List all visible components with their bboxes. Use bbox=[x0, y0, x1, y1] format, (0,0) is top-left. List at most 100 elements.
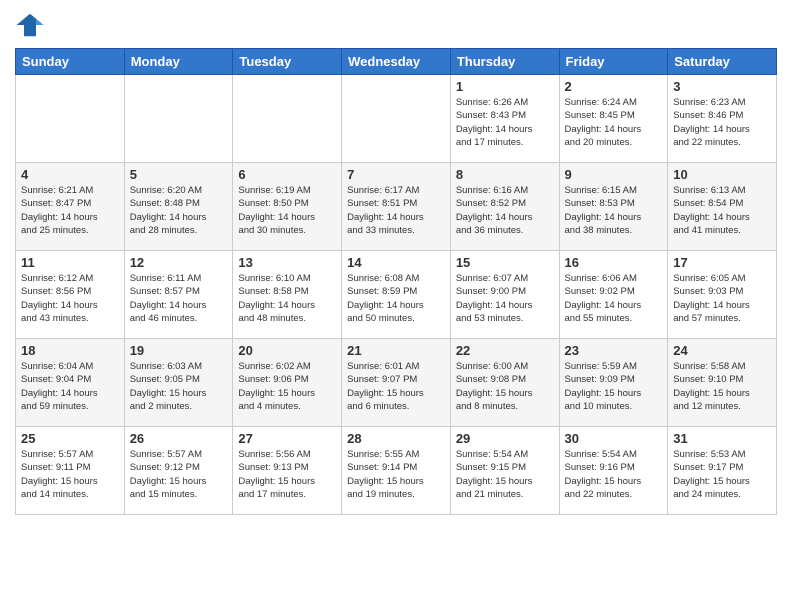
calendar-cell: 21 Sunrise: 6:01 AM Sunset: 9:07 PM Dayli… bbox=[342, 339, 451, 427]
calendar-week-4: 18 Sunrise: 6:04 AM Sunset: 9:04 PM Dayli… bbox=[16, 339, 777, 427]
calendar-cell: 28Sunrise: 5:55 AM Sunset: 9:14 PM Dayli… bbox=[342, 427, 451, 515]
day-number: 31 bbox=[673, 431, 771, 446]
day-detail: Sunrise: 6:23 AM Sunset: 8:46 PM Dayligh… bbox=[673, 96, 771, 149]
calendar-cell: 27Sunrise: 5:56 AM Sunset: 9:13 PM Dayli… bbox=[233, 427, 342, 515]
day-number: 29 bbox=[456, 431, 554, 446]
calendar-cell: 16 Sunrise: 6:06 AM Sunset: 9:02 PM Dayli… bbox=[559, 251, 668, 339]
weekday-header-wednesday: Wednesday bbox=[342, 49, 451, 75]
day-number: 27 bbox=[238, 431, 336, 446]
logo-icon bbox=[15, 10, 45, 40]
day-detail: Sunrise: 6:08 AM Sunset: 8:59 PM Dayligh… bbox=[347, 272, 445, 325]
calendar-cell: 11 Sunrise: 6:12 AM Sunset: 8:56 PM Dayli… bbox=[16, 251, 125, 339]
weekday-header-sunday: Sunday bbox=[16, 49, 125, 75]
day-number: 23 bbox=[565, 343, 663, 358]
calendar-week-1: 1Sunrise: 6:26 AM Sunset: 8:43 PM Daylig… bbox=[16, 75, 777, 163]
calendar-cell: 26 Sunrise: 5:57 AM Sunset: 9:12 PM Dayli… bbox=[124, 427, 233, 515]
calendar-cell: 13 Sunrise: 6:10 AM Sunset: 8:58 PM Dayli… bbox=[233, 251, 342, 339]
calendar-cell: 6 Sunrise: 6:19 AM Sunset: 8:50 PM Daylig… bbox=[233, 163, 342, 251]
calendar-cell: 12 Sunrise: 6:11 AM Sunset: 8:57 PM Dayli… bbox=[124, 251, 233, 339]
weekday-header-tuesday: Tuesday bbox=[233, 49, 342, 75]
day-detail: Sunrise: 6:11 AM Sunset: 8:57 PM Dayligh… bbox=[130, 272, 228, 325]
day-number: 30 bbox=[565, 431, 663, 446]
logo bbox=[15, 10, 49, 40]
day-number: 7 bbox=[347, 167, 445, 182]
day-detail: Sunrise: 6:21 AM Sunset: 8:47 PM Dayligh… bbox=[21, 184, 119, 237]
day-number: 12 bbox=[130, 255, 228, 270]
day-number: 18 bbox=[21, 343, 119, 358]
day-detail: Sunrise: 5:59 AM Sunset: 9:09 PM Dayligh… bbox=[565, 360, 663, 413]
calendar-week-5: 25 Sunrise: 5:57 AM Sunset: 9:11 PM Dayli… bbox=[16, 427, 777, 515]
calendar-cell: 10 Sunrise: 6:13 AM Sunset: 8:54 PM Dayli… bbox=[668, 163, 777, 251]
day-detail: Sunrise: 6:19 AM Sunset: 8:50 PM Dayligh… bbox=[238, 184, 336, 237]
calendar-cell: 30 Sunrise: 5:54 AM Sunset: 9:16 PM Dayli… bbox=[559, 427, 668, 515]
day-number: 4 bbox=[21, 167, 119, 182]
day-detail: Sunrise: 6:13 AM Sunset: 8:54 PM Dayligh… bbox=[673, 184, 771, 237]
calendar-cell: 3 Sunrise: 6:23 AM Sunset: 8:46 PM Daylig… bbox=[668, 75, 777, 163]
day-detail: Sunrise: 5:57 AM Sunset: 9:12 PM Dayligh… bbox=[130, 448, 228, 501]
calendar-cell: 17Sunrise: 6:05 AM Sunset: 9:03 PM Dayli… bbox=[668, 251, 777, 339]
header bbox=[15, 10, 777, 40]
calendar-cell bbox=[342, 75, 451, 163]
weekday-header-saturday: Saturday bbox=[668, 49, 777, 75]
weekday-header-thursday: Thursday bbox=[450, 49, 559, 75]
calendar-cell: 29Sunrise: 5:54 AM Sunset: 9:15 PM Dayli… bbox=[450, 427, 559, 515]
calendar-cell bbox=[124, 75, 233, 163]
day-detail: Sunrise: 6:24 AM Sunset: 8:45 PM Dayligh… bbox=[565, 96, 663, 149]
calendar-cell: 18 Sunrise: 6:04 AM Sunset: 9:04 PM Dayli… bbox=[16, 339, 125, 427]
day-detail: Sunrise: 6:03 AM Sunset: 9:05 PM Dayligh… bbox=[130, 360, 228, 413]
day-number: 14 bbox=[347, 255, 445, 270]
day-number: 9 bbox=[565, 167, 663, 182]
calendar-cell: 24Sunrise: 5:58 AM Sunset: 9:10 PM Dayli… bbox=[668, 339, 777, 427]
day-detail: Sunrise: 6:01 AM Sunset: 9:07 PM Dayligh… bbox=[347, 360, 445, 413]
day-detail: Sunrise: 5:57 AM Sunset: 9:11 PM Dayligh… bbox=[21, 448, 119, 501]
day-number: 13 bbox=[238, 255, 336, 270]
calendar-cell: 14 Sunrise: 6:08 AM Sunset: 8:59 PM Dayli… bbox=[342, 251, 451, 339]
calendar-week-2: 4 Sunrise: 6:21 AM Sunset: 8:47 PM Daylig… bbox=[16, 163, 777, 251]
day-number: 17 bbox=[673, 255, 771, 270]
day-detail: Sunrise: 5:54 AM Sunset: 9:16 PM Dayligh… bbox=[565, 448, 663, 501]
day-number: 25 bbox=[21, 431, 119, 446]
day-number: 26 bbox=[130, 431, 228, 446]
calendar-cell: 25 Sunrise: 5:57 AM Sunset: 9:11 PM Dayli… bbox=[16, 427, 125, 515]
day-number: 15 bbox=[456, 255, 554, 270]
calendar-cell: 1Sunrise: 6:26 AM Sunset: 8:43 PM Daylig… bbox=[450, 75, 559, 163]
day-number: 21 bbox=[347, 343, 445, 358]
calendar-cell: 23 Sunrise: 5:59 AM Sunset: 9:09 PM Dayli… bbox=[559, 339, 668, 427]
calendar-cell: 8Sunrise: 6:16 AM Sunset: 8:52 PM Daylig… bbox=[450, 163, 559, 251]
day-number: 3 bbox=[673, 79, 771, 94]
day-number: 6 bbox=[238, 167, 336, 182]
day-number: 20 bbox=[238, 343, 336, 358]
day-detail: Sunrise: 6:04 AM Sunset: 9:04 PM Dayligh… bbox=[21, 360, 119, 413]
day-number: 22 bbox=[456, 343, 554, 358]
calendar-cell: 31 Sunrise: 5:53 AM Sunset: 9:17 PM Dayli… bbox=[668, 427, 777, 515]
day-detail: Sunrise: 5:53 AM Sunset: 9:17 PM Dayligh… bbox=[673, 448, 771, 501]
weekday-header-friday: Friday bbox=[559, 49, 668, 75]
calendar-cell: 5 Sunrise: 6:20 AM Sunset: 8:48 PM Daylig… bbox=[124, 163, 233, 251]
day-detail: Sunrise: 6:12 AM Sunset: 8:56 PM Dayligh… bbox=[21, 272, 119, 325]
day-detail: Sunrise: 6:20 AM Sunset: 8:48 PM Dayligh… bbox=[130, 184, 228, 237]
day-number: 5 bbox=[130, 167, 228, 182]
calendar-table: SundayMondayTuesdayWednesdayThursdayFrid… bbox=[15, 48, 777, 515]
day-number: 8 bbox=[456, 167, 554, 182]
day-number: 11 bbox=[21, 255, 119, 270]
calendar-cell: 20 Sunrise: 6:02 AM Sunset: 9:06 PM Dayli… bbox=[233, 339, 342, 427]
day-detail: Sunrise: 6:07 AM Sunset: 9:00 PM Dayligh… bbox=[456, 272, 554, 325]
day-detail: Sunrise: 6:06 AM Sunset: 9:02 PM Dayligh… bbox=[565, 272, 663, 325]
calendar-week-3: 11 Sunrise: 6:12 AM Sunset: 8:56 PM Dayli… bbox=[16, 251, 777, 339]
day-number: 19 bbox=[130, 343, 228, 358]
calendar-cell: 22Sunrise: 6:00 AM Sunset: 9:08 PM Dayli… bbox=[450, 339, 559, 427]
calendar-cell: 4 Sunrise: 6:21 AM Sunset: 8:47 PM Daylig… bbox=[16, 163, 125, 251]
day-detail: Sunrise: 6:02 AM Sunset: 9:06 PM Dayligh… bbox=[238, 360, 336, 413]
day-number: 28 bbox=[347, 431, 445, 446]
day-number: 10 bbox=[673, 167, 771, 182]
calendar-cell bbox=[16, 75, 125, 163]
day-number: 16 bbox=[565, 255, 663, 270]
calendar-cell: 15 Sunrise: 6:07 AM Sunset: 9:00 PM Dayli… bbox=[450, 251, 559, 339]
day-detail: Sunrise: 6:15 AM Sunset: 8:53 PM Dayligh… bbox=[565, 184, 663, 237]
calendar-cell: 2 Sunrise: 6:24 AM Sunset: 8:45 PM Daylig… bbox=[559, 75, 668, 163]
calendar-cell: 7Sunrise: 6:17 AM Sunset: 8:51 PM Daylig… bbox=[342, 163, 451, 251]
day-detail: Sunrise: 5:58 AM Sunset: 9:10 PM Dayligh… bbox=[673, 360, 771, 413]
day-number: 2 bbox=[565, 79, 663, 94]
weekday-header-row: SundayMondayTuesdayWednesdayThursdayFrid… bbox=[16, 49, 777, 75]
day-detail: Sunrise: 6:10 AM Sunset: 8:58 PM Dayligh… bbox=[238, 272, 336, 325]
